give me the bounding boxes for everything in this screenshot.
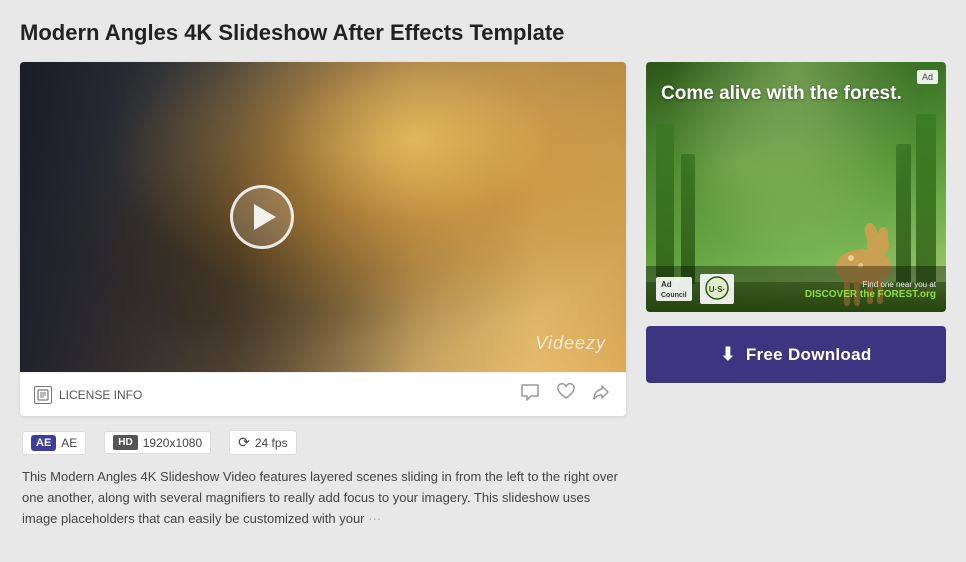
ad-corner-badge: Ad: [917, 70, 938, 84]
tree-shapes: [20, 62, 626, 372]
video-footer: LICENSE INFO: [20, 372, 626, 416]
license-label: LICENSE INFO: [59, 388, 142, 402]
ad-cta: Find one near you at DISCOVER the FOREST…: [805, 279, 936, 300]
page-title: Modern Angles 4K Slideshow After Effects…: [20, 20, 946, 46]
license-info[interactable]: LICENSE INFO: [34, 386, 142, 404]
download-label: Free Download: [746, 345, 872, 365]
description: This Modern Angles 4K Slideshow Video fe…: [20, 467, 626, 529]
ae-label: AE: [31, 435, 56, 451]
comment-icon[interactable]: [520, 383, 540, 406]
ad-logos: Ad Council U·S·: [656, 274, 734, 304]
play-button[interactable]: [230, 185, 294, 249]
fps-icon: ⟳: [238, 434, 250, 451]
svg-text:U·S·: U·S·: [708, 285, 724, 294]
heart-icon[interactable]: [556, 383, 576, 406]
video-thumbnail[interactable]: Videezy: [20, 62, 626, 372]
right-column: Come alive with the forest. Ad Ad Counci…: [646, 62, 946, 383]
fps-badge: ⟳ 24 fps: [229, 430, 296, 455]
ad-cta-text: Find one near you at: [863, 280, 936, 289]
fps: 24 fps: [255, 436, 288, 450]
usfs-logo: U·S·: [700, 274, 734, 304]
resolution: 1920x1080: [143, 436, 202, 450]
video-card: Videezy LICENSE INFO: [20, 62, 626, 416]
license-icon: [34, 386, 52, 404]
ad-text: Come alive with the forest.: [661, 82, 931, 107]
action-icons: [520, 383, 612, 406]
description-more[interactable]: ···: [368, 509, 381, 530]
hd-label: HD: [113, 435, 137, 450]
download-button[interactable]: ⬇ Free Download: [646, 326, 946, 383]
content-row: Videezy LICENSE INFO: [20, 62, 946, 529]
page-wrapper: Modern Angles 4K Slideshow After Effects…: [0, 0, 966, 549]
ad-banner: Come alive with the forest. Ad Ad Counci…: [646, 62, 946, 312]
ae-badge: AE AE: [22, 431, 86, 455]
hd-badge: HD 1920x1080: [104, 431, 211, 454]
left-column: Videezy LICENSE INFO: [20, 62, 626, 529]
watermark: Videezy: [535, 333, 606, 354]
play-icon: [254, 204, 276, 230]
download-arrow-icon: ⬇: [720, 344, 735, 365]
ad-council-logo: Ad Council: [656, 277, 692, 301]
ad-bottom-bar: Ad Council U·S· Find one near you at D: [646, 266, 946, 312]
ad-cta-brand: DISCOVER the FOREST.org: [805, 289, 936, 300]
meta-bar: AE AE HD 1920x1080 ⟳ 24 fps: [20, 430, 626, 455]
share-icon[interactable]: [592, 383, 612, 406]
ae-text: AE: [61, 436, 77, 450]
